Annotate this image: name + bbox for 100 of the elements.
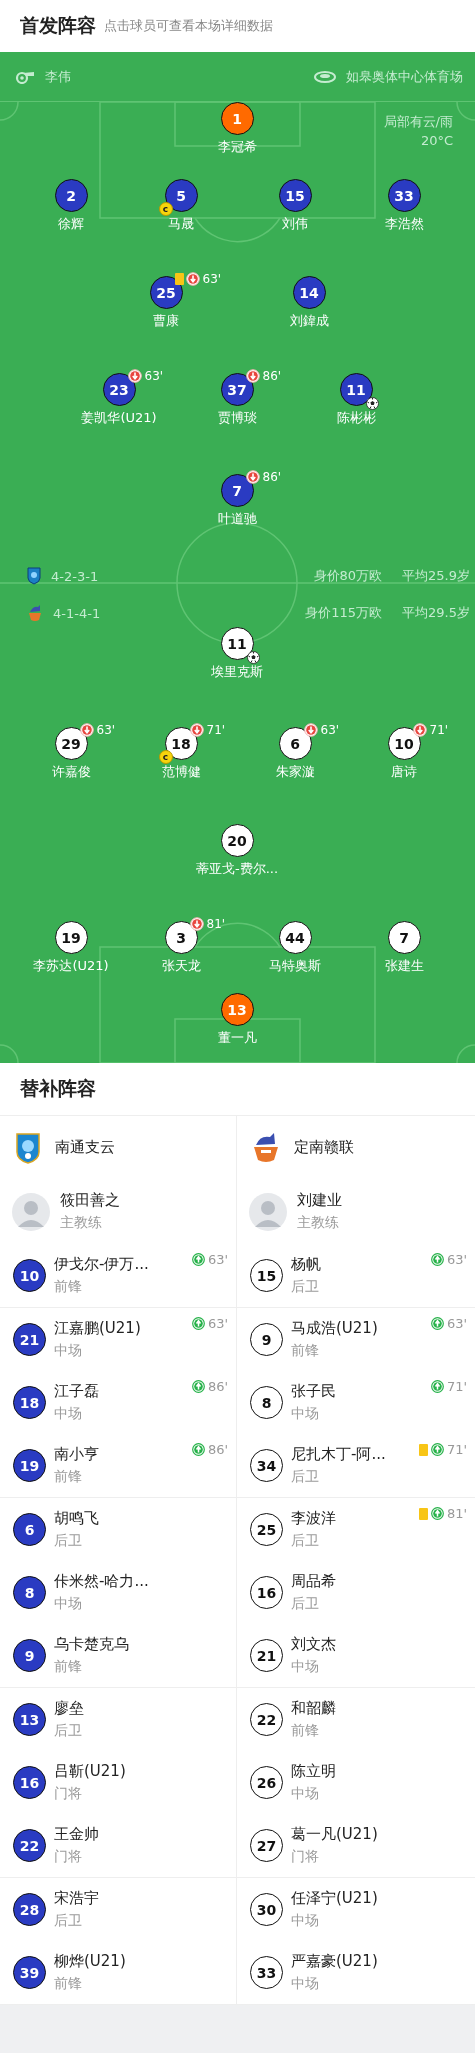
player-name[interactable]: 柳烨(U21)	[54, 1952, 126, 1971]
team-crest-icon	[252, 1131, 280, 1164]
player-position: 前锋	[54, 1278, 83, 1296]
substitution-in-icon	[191, 1317, 205, 1330]
player-name[interactable]: 葛一凡(U21)	[291, 1825, 378, 1844]
team-name: 定南赣联	[294, 1138, 354, 1157]
player-number[interactable]: 19	[13, 1449, 46, 1482]
player-number[interactable]: 20	[220, 824, 254, 857]
player-number[interactable]: 10	[13, 1259, 46, 1292]
player-name[interactable]: 和韶麟	[291, 1699, 336, 1718]
player-number[interactable]: 13	[13, 1703, 46, 1736]
player-number[interactable]: 23	[102, 373, 136, 406]
player-number[interactable]: 33	[387, 179, 421, 212]
substitution-minute: 81'	[206, 917, 226, 931]
player-number[interactable]: 33	[250, 1956, 283, 1989]
player-position: 后卫	[291, 1595, 320, 1613]
captain-badge: c	[158, 750, 173, 764]
player-number[interactable]: 16	[13, 1766, 46, 1799]
player-position: 中场	[291, 1912, 320, 1930]
player-number[interactable]: 6	[13, 1513, 46, 1546]
substitution-minute: 86'	[207, 1442, 228, 1457]
player-number[interactable]: 34	[250, 1449, 283, 1482]
player-number[interactable]: 7	[220, 474, 254, 507]
player-position: 中场	[54, 1342, 83, 1360]
player-name[interactable]: 佧米然-哈力...	[54, 1572, 149, 1591]
player-number[interactable]: 29	[54, 727, 88, 760]
player-name[interactable]: 张子民	[291, 1382, 336, 1401]
player-number[interactable]: 22	[13, 1829, 46, 1862]
player-name[interactable]: 宋浩宇	[54, 1889, 99, 1908]
player-number[interactable]: 30	[250, 1893, 283, 1926]
player-number[interactable]: 11	[339, 373, 373, 406]
substitution-minute: 63'	[202, 272, 222, 286]
team-crest-icon	[27, 604, 43, 622]
player-name[interactable]: 南小亨	[54, 1445, 99, 1464]
player-number[interactable]: 22	[250, 1703, 283, 1736]
player-number[interactable]: 25	[250, 1513, 283, 1546]
player-number[interactable]: 2	[54, 179, 88, 212]
player-name[interactable]: 王金帅	[54, 1825, 99, 1844]
substitution-out-icon	[127, 369, 142, 383]
player-name[interactable]: 胡鸣飞	[54, 1509, 99, 1528]
player-name[interactable]: 杨帆	[291, 1255, 321, 1274]
player-position: 门将	[54, 1848, 83, 1866]
player-name[interactable]: 马成浩(U21)	[291, 1319, 378, 1338]
player-name[interactable]: 江子磊	[54, 1382, 99, 1401]
stadium-name: 如皋奥体中心体育场	[346, 67, 463, 86]
player-name[interactable]: 吕靳(U21)	[54, 1762, 126, 1781]
player-number[interactable]: 15	[278, 179, 312, 212]
substitution-out-icon	[185, 272, 200, 286]
player-name[interactable]: 严嘉豪(U21)	[291, 1952, 378, 1971]
player-number[interactable]: 6	[278, 727, 312, 760]
captain-badge: c	[158, 202, 173, 216]
player-name[interactable]: 周品希	[291, 1572, 336, 1591]
player-name[interactable]: 陈立明	[291, 1762, 336, 1781]
coach-name[interactable]: 筱田善之	[60, 1191, 120, 1210]
average-age-text: 平均29.5岁	[402, 604, 470, 622]
player-position: 门将	[54, 1785, 83, 1803]
player-name[interactable]: 廖垒	[54, 1699, 84, 1718]
player-number[interactable]: 28	[13, 1893, 46, 1926]
player-number[interactable]: 7	[387, 921, 421, 954]
player-name[interactable]: 尼扎木丁-阿...	[291, 1445, 386, 1464]
section-title: 首发阵容	[20, 13, 96, 38]
player-name[interactable]: 任泽宁(U21)	[291, 1889, 378, 1908]
substitution-in-icon	[191, 1380, 205, 1393]
player-name[interactable]: 刘文杰	[291, 1635, 336, 1654]
player-number[interactable]: 39	[13, 1956, 46, 1989]
player-number[interactable]: 16	[250, 1576, 283, 1609]
substitution-out-icon	[79, 723, 94, 737]
player-position: 后卫	[54, 1722, 83, 1740]
player-number[interactable]: 10	[387, 727, 421, 760]
player-number[interactable]: 8	[250, 1386, 283, 1419]
player-name[interactable]: 李波洋	[291, 1509, 336, 1528]
player-number[interactable]: 18	[13, 1386, 46, 1419]
player-number[interactable]: 21	[250, 1639, 283, 1672]
player-number[interactable]: 19	[54, 921, 88, 954]
player-name[interactable]: 乌卡楚克乌	[54, 1635, 129, 1654]
substitution-minute: 86'	[207, 1379, 228, 1394]
player-number[interactable]: 21	[13, 1323, 46, 1356]
player-number[interactable]: 27	[250, 1829, 283, 1862]
player-number[interactable]: 44	[278, 921, 312, 954]
player-number[interactable]: 8	[13, 1576, 46, 1609]
coach-name[interactable]: 刘建业	[297, 1191, 342, 1210]
player-position: 中场	[54, 1595, 83, 1613]
player-name[interactable]: 江嘉鹏(U21)	[54, 1319, 141, 1338]
player-number[interactable]: 25	[149, 276, 183, 309]
substitution-out-icon	[245, 470, 260, 484]
player-name[interactable]: 伊戈尔-伊万...	[54, 1255, 149, 1274]
player-number[interactable]: 37	[220, 373, 254, 406]
player-number[interactable]: 11	[220, 627, 254, 660]
player-number[interactable]: 9	[13, 1639, 46, 1672]
player-position: 中场	[291, 1405, 320, 1423]
substitution-in-icon	[430, 1317, 444, 1330]
player-number[interactable]: 26	[250, 1766, 283, 1799]
player-position: 后卫	[54, 1532, 83, 1550]
substitution-in-icon	[430, 1443, 444, 1456]
substitution-in-icon	[430, 1380, 444, 1393]
player-number[interactable]: 15	[250, 1259, 283, 1292]
player-number[interactable]: 9	[250, 1323, 283, 1356]
player-number[interactable]: 14	[292, 276, 326, 309]
substitution-minute: 63'	[207, 1252, 228, 1267]
player-number[interactable]: 3	[164, 921, 198, 954]
